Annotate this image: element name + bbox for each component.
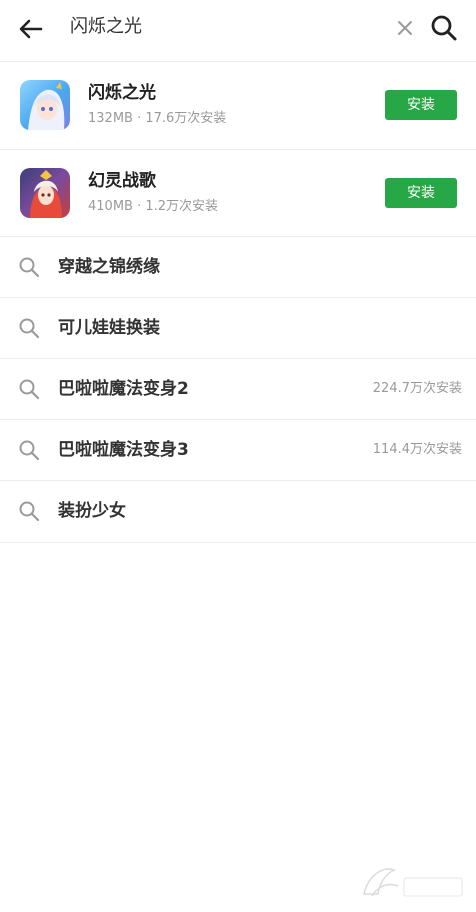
app-result-row[interactable]: 幻灵战歌 410MB · 1.2万次安装 安装	[0, 150, 476, 238]
search-icon	[431, 15, 457, 41]
back-button[interactable]	[14, 12, 48, 46]
install-count: 114.4万次安装	[372, 442, 462, 457]
watermark-logo	[363, 868, 463, 897]
clear-button[interactable]	[392, 15, 418, 41]
close-icon	[398, 21, 412, 35]
search-icon	[19, 501, 40, 522]
app-icon	[20, 80, 70, 130]
suggestion-item[interactable]: 装扮少女	[0, 481, 476, 542]
suggestion-item[interactable]: 巴啦啦魔法变身3 114.4万次安装	[0, 420, 476, 481]
install-count: 224.7万次安装	[372, 381, 462, 396]
suggestion-text: 巴啦啦魔法变身2	[58, 379, 189, 399]
app-meta: 132MB · 17.6万次安装	[88, 111, 227, 126]
suggestion-text: 可儿娃娃换装	[58, 318, 160, 338]
app-result-row[interactable]: 闪烁之光 132MB · 17.6万次安装 安装	[0, 62, 476, 150]
app-name: 幻灵战歌	[88, 171, 156, 191]
suggestion-item[interactable]: 穿越之锦绣缘	[0, 237, 476, 298]
search-button[interactable]	[428, 12, 460, 44]
suggestion-item[interactable]: 巴啦啦魔法变身2 224.7万次安装	[0, 359, 476, 420]
search-icon	[19, 379, 40, 400]
app-icon	[20, 168, 70, 218]
search-icon	[19, 440, 40, 461]
app-name: 闪烁之光	[88, 83, 156, 103]
suggestion-text: 巴啦啦魔法变身3	[58, 440, 189, 460]
suggestion-item[interactable]: 可儿娃娃换装	[0, 298, 476, 359]
search-icon	[19, 257, 40, 278]
arrow-left-icon	[19, 19, 43, 39]
search-icon	[19, 318, 40, 339]
app-meta: 410MB · 1.2万次安装	[88, 199, 219, 214]
install-button[interactable]: 安装	[385, 90, 457, 120]
search-input[interactable]: 闪烁之光	[70, 16, 142, 38]
suggestion-text: 穿越之锦绣缘	[58, 257, 160, 277]
install-button[interactable]: 安装	[385, 178, 457, 208]
divider	[0, 542, 476, 543]
search-bar: 闪烁之光	[0, 0, 476, 58]
suggestion-text: 装扮少女	[58, 501, 126, 521]
